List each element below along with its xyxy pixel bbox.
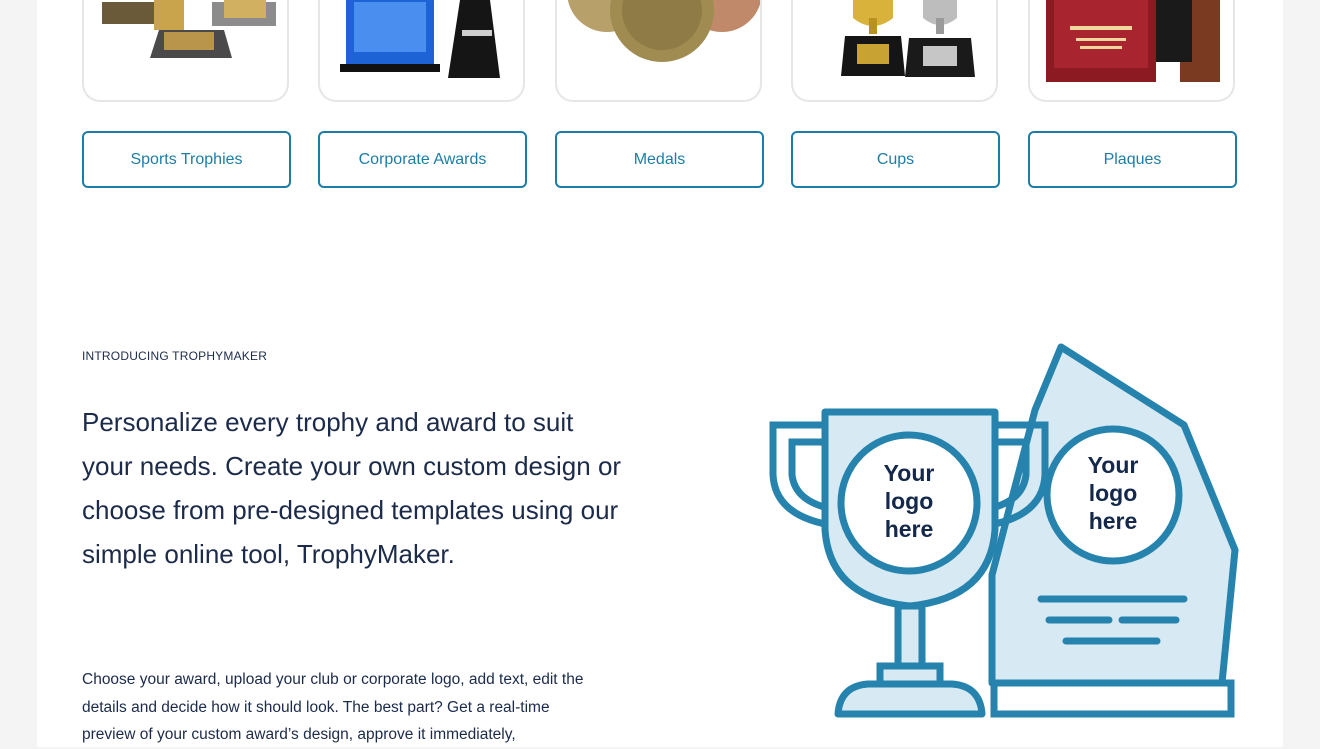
- sports-trophies-button[interactable]: Sports Trophies: [82, 131, 291, 188]
- cup-logo-line-2: logo: [885, 488, 934, 514]
- trophymaker-illustration: Your logo here Your logo here: [769, 343, 1239, 718]
- product-card-cups[interactable]: [791, 0, 998, 102]
- product-card-corporate-awards[interactable]: [318, 0, 525, 102]
- section-headline: Personalize every trophy and award to su…: [82, 407, 622, 569]
- section-eyebrow: INTRODUCING TROPHYMAKER: [82, 349, 268, 363]
- corporate-awards-image: [340, 0, 500, 78]
- crystal-logo-line-2: logo: [1089, 480, 1138, 506]
- cup-logo-line-3: here: [885, 516, 934, 542]
- corporate-awards-button[interactable]: Corporate Awards: [318, 131, 527, 188]
- medals-button[interactable]: Medals: [555, 131, 764, 188]
- section-body: Choose your award, upload your club or c…: [82, 671, 584, 743]
- crystal-logo-line-1: Your: [1088, 452, 1139, 478]
- medals-image: [567, 0, 760, 62]
- cup-logo-line-1: Your: [884, 460, 935, 486]
- sports-trophies-image: [102, 0, 276, 58]
- product-card-sports-trophies[interactable]: [82, 0, 289, 102]
- plaques-image: [1046, 0, 1220, 82]
- product-card-plaques[interactable]: [1028, 0, 1235, 102]
- cups-image: [841, 0, 975, 77]
- plaques-button[interactable]: Plaques: [1028, 131, 1237, 188]
- cups-button[interactable]: Cups: [791, 131, 1000, 188]
- product-card-medals[interactable]: [555, 0, 762, 102]
- crystal-logo-line-3: here: [1089, 508, 1138, 534]
